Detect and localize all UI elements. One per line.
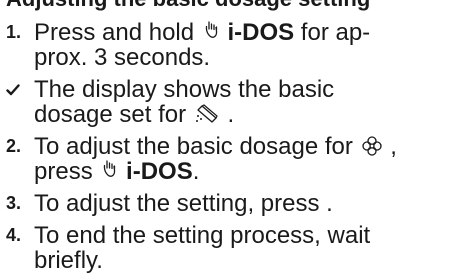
step-3: 3. To adjust the setting, press . — [0, 191, 451, 216]
i-dos-hand-icon — [101, 159, 117, 181]
step-text-end: . — [227, 101, 235, 128]
step-line-2: dosage set for . — [34, 102, 443, 127]
step-line-2: press i-DOS. — [34, 159, 443, 184]
step-number: 2. — [6, 136, 22, 156]
step-line-2: prox. 3 seconds. — [34, 44, 211, 71]
step-text: To adjust the basic dosage for , press i… — [34, 134, 451, 184]
step-result: The display shows the basic dosage set f… — [0, 77, 451, 127]
section-heading: Adjusting the basic dosage setting — [6, 0, 370, 12]
detergent-bottle-icon — [195, 104, 219, 124]
i-dos-button-label: i-DOS — [126, 158, 193, 185]
instruction-page: Adjusting the basic dosage setting 1. Pr… — [0, 0, 451, 280]
step-number: 3. — [6, 193, 22, 213]
step-text-end: for ap- — [300, 19, 371, 46]
step-1: 1. Press and hold i-DOS for ap- prox. 3 … — [0, 20, 451, 70]
step-line: The display shows the basic — [34, 76, 335, 103]
step-line: Press and hold i-DOS for ap- — [34, 20, 443, 45]
step-text-start: dosage set for — [34, 101, 187, 128]
step-number: 4. — [6, 225, 22, 245]
step-line: To adjust the basic dosage for , — [34, 134, 443, 159]
step-text: To end the setting process, wait briefly… — [34, 223, 451, 273]
step-text-end: , — [390, 133, 397, 160]
check-icon — [0, 77, 34, 102]
step-text: To adjust the setting, press . — [34, 190, 333, 217]
i-dos-hand-icon — [203, 20, 219, 42]
step-list: 1. Press and hold i-DOS for ap- prox. 3 … — [0, 20, 451, 280]
step-text-start: To adjust the basic dosage for — [34, 133, 353, 160]
step-text-start: press — [34, 158, 93, 185]
step-number: 1. — [6, 22, 22, 42]
step-2: 2. To adjust the basic dosage for , pres… — [0, 134, 451, 184]
step-4: 4. To end the setting process, wait brie… — [0, 223, 451, 273]
step-line: To end the setting process, wait — [34, 222, 371, 249]
step-text-start: Press and hold — [34, 19, 195, 46]
i-dos-button-label: i-DOS — [227, 19, 295, 46]
softener-flower-icon — [361, 136, 382, 156]
step-text: Press and hold i-DOS for ap- prox. 3 sec… — [34, 20, 451, 70]
step-line-2: briefly. — [34, 247, 103, 274]
step-text: The display shows the basic dosage set f… — [34, 77, 451, 127]
step-text-end: . — [192, 158, 200, 185]
